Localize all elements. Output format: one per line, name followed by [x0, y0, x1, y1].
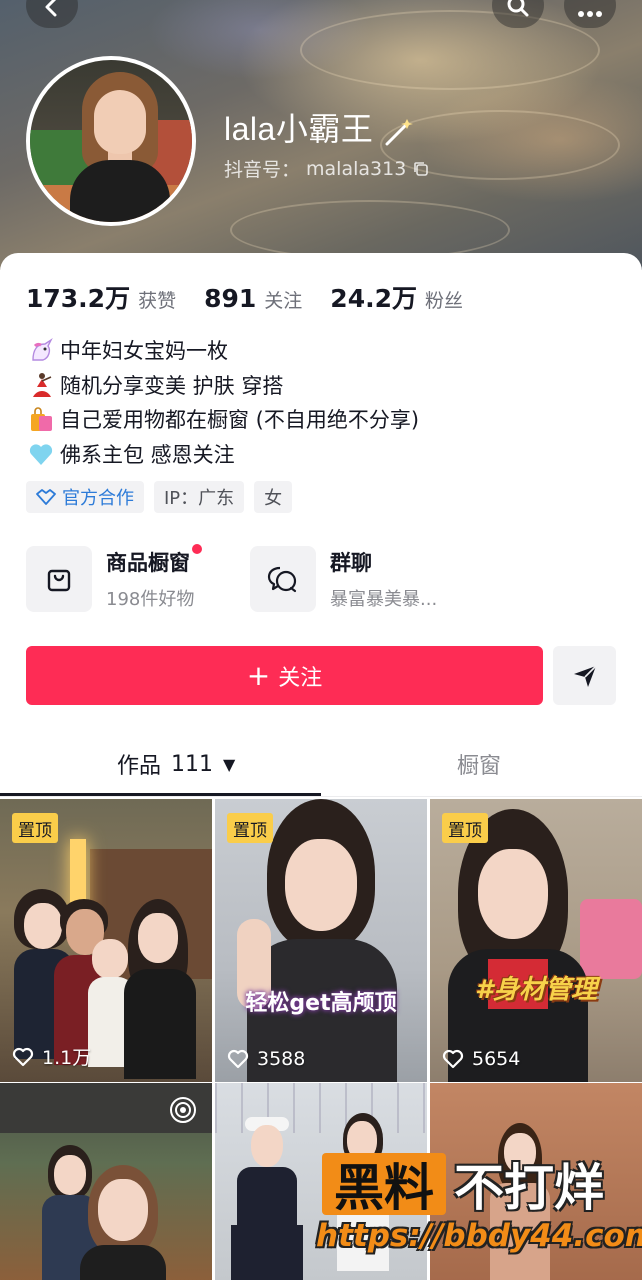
- like-count: 1.1万: [12, 1043, 91, 1070]
- video-thumbnail[interactable]: [0, 1083, 212, 1280]
- user-id-label: 抖音号：: [224, 159, 301, 181]
- banner-ripple: [300, 10, 600, 90]
- video-thumbnail[interactable]: #身材管理 置顶 5654: [430, 799, 642, 1082]
- shop-window-title: 商品橱窗: [106, 544, 202, 577]
- follow-label: 关注: [278, 665, 323, 691]
- avatar[interactable]: [26, 56, 196, 226]
- heart-outline-icon: [12, 1047, 34, 1066]
- bio-line: 自己爱用物都在橱窗 (不自用绝不分享): [26, 402, 626, 437]
- stat-likes-label: 获赞: [138, 290, 177, 312]
- stats-row: 173.2万 获赞 891 关注 24.2万 粉丝: [26, 279, 491, 315]
- bio-text: 自己爱用物都在橱窗 (不自用绝不分享): [60, 408, 420, 433]
- pinned-badge: 置顶: [227, 813, 273, 843]
- bio-line: 佛系主包 感恩关注: [26, 437, 626, 472]
- notification-dot: [192, 544, 202, 554]
- stat-followers[interactable]: 24.2万 粉丝: [330, 279, 463, 315]
- tab-works-count: 111: [171, 751, 214, 777]
- watermark-text: 不打烊: [454, 1159, 604, 1217]
- magic-wand-icon: [385, 118, 413, 146]
- search-icon: [507, 0, 529, 17]
- follow-button[interactable]: + 关注: [26, 646, 543, 705]
- tab-shop-label: 橱窗: [457, 754, 502, 779]
- bio: 中年妇女宝妈一枚 随机分享变美 护肤 穿搭 自己爱用物都在橱窗 (不自用绝不分享…: [26, 333, 626, 471]
- bag-icon: [47, 569, 71, 592]
- group-chat-title: 群聊: [330, 551, 372, 575]
- username: lala小霸王: [224, 104, 417, 150]
- unicorn-icon: [26, 336, 56, 364]
- bio-text: 中年妇女宝妈一枚: [60, 339, 228, 364]
- dancer-icon: [26, 371, 56, 399]
- back-arrow-icon: [45, 0, 57, 17]
- tab-shop-window[interactable]: 橱窗: [457, 731, 501, 797]
- tag-ip-label: IP：广东: [164, 488, 235, 509]
- bio-text: 随机分享变美 护肤 穿搭: [60, 373, 284, 398]
- tag-official-partner[interactable]: 官方合作: [26, 481, 144, 513]
- watermark-box-text: 黑料: [322, 1153, 446, 1217]
- like-count-value: 1.1万: [42, 1047, 92, 1069]
- live-ring-icon: [170, 1097, 196, 1123]
- video-caption: #身材管理: [474, 975, 598, 1005]
- username-text: lala小霸王: [224, 111, 374, 147]
- stat-likes[interactable]: 173.2万 获赞: [26, 279, 176, 315]
- shop-window-entry[interactable]: 商品橱窗 198件好物: [26, 544, 202, 612]
- video-caption: 轻松get高颅顶: [245, 991, 397, 1016]
- heart-outline-icon: [442, 1049, 464, 1069]
- chat-bubbles-icon: [267, 566, 297, 593]
- bio-line: 随机分享变美 护肤 穿搭: [26, 368, 626, 403]
- pinned-badge: 置顶: [12, 813, 58, 843]
- tag-ip: IP：广东: [154, 481, 245, 513]
- profile-tags: 官方合作 IP：广东 女: [26, 481, 293, 513]
- pinned-badge: 置顶: [442, 813, 488, 843]
- user-id[interactable]: 抖音号： malala313: [224, 155, 430, 182]
- copy-icon[interactable]: [412, 160, 430, 178]
- watermark-overlay: 黑料 不打烊 https://bbdy44.com: [316, 1148, 642, 1274]
- more-dots-icon: [578, 11, 602, 17]
- profile-tabs: 作品 111 ▼ 橱窗: [0, 731, 642, 797]
- heart-outline-icon: [227, 1049, 249, 1069]
- paper-plane-icon: [573, 664, 597, 687]
- like-count-value: 3588: [257, 1048, 306, 1070]
- watermark-url: https://bbdy44.com: [316, 1218, 642, 1254]
- plus-icon: +: [246, 659, 271, 692]
- caret-down-icon[interactable]: ▼: [223, 755, 235, 774]
- shop-window-subtitle: 198件好物: [106, 589, 195, 610]
- group-chat-entry[interactable]: 群聊 暴富暴美暴...: [250, 546, 437, 612]
- tab-works[interactable]: 作品 111 ▼: [117, 731, 235, 797]
- tag-gender-label: 女: [264, 488, 283, 509]
- tab-works-label: 作品: [117, 754, 162, 779]
- banner-ripple: [230, 200, 510, 260]
- stat-following-label: 关注: [264, 290, 303, 312]
- like-count-value: 5654: [472, 1048, 521, 1070]
- like-count: 5654: [442, 1048, 520, 1070]
- heart-icon: [26, 440, 56, 468]
- shop-window-icon-box: [26, 546, 92, 612]
- tag-gender: 女: [254, 481, 293, 513]
- video-thumbnail[interactable]: 置顶 1.1万: [0, 799, 212, 1082]
- stat-followers-value: 24.2万: [330, 284, 417, 313]
- video-thumbnail[interactable]: 轻松get高颅顶 置顶 3588: [215, 799, 427, 1082]
- active-tab-indicator: [0, 793, 321, 796]
- group-chat-icon-box: [250, 546, 316, 612]
- stat-likes-value: 173.2万: [26, 284, 131, 313]
- stat-following-value: 891: [204, 284, 257, 313]
- bio-text: 佛系主包 感恩关注: [60, 442, 235, 467]
- stat-followers-label: 粉丝: [424, 290, 463, 312]
- bio-line: 中年妇女宝妈一枚: [26, 333, 626, 368]
- tag-official-label: 官方合作: [62, 488, 134, 509]
- share-button[interactable]: [553, 646, 616, 705]
- handshake-icon: [36, 489, 56, 505]
- group-chat-subtitle: 暴富暴美暴...: [330, 589, 438, 610]
- user-id-value: malala313: [306, 157, 407, 180]
- shopping-bag-icon: [26, 405, 56, 433]
- like-count: 3588: [227, 1048, 305, 1070]
- stat-following[interactable]: 891 关注: [204, 284, 302, 313]
